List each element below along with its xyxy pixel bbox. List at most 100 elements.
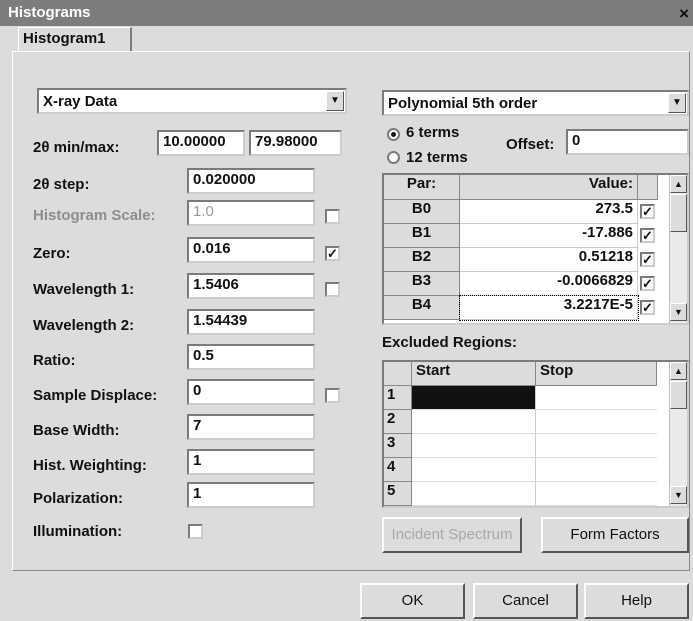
data-type-select[interactable]: X-ray Data ▼ (37, 88, 347, 114)
start-cell[interactable] (412, 434, 536, 458)
window-title: Histograms (8, 4, 91, 21)
row-number: 4 (384, 458, 412, 482)
par-cell: B1 (384, 224, 460, 248)
hist-weighting-label: Hist. Weighting: (33, 457, 147, 474)
tab-label: Histogram1 (23, 30, 106, 47)
wavelength2-label: Wavelength 2: (33, 317, 135, 334)
refine-checkbox[interactable]: ✓ (640, 300, 655, 315)
check-icon: ✓ (327, 246, 338, 261)
scroll-down-icon[interactable]: ▼ (670, 486, 687, 504)
hist-weighting-input[interactable]: 1 (187, 449, 315, 475)
stop-cell[interactable] (536, 482, 657, 506)
par-header-label: Par: (406, 175, 437, 192)
value-cell[interactable]: 273.5 (460, 200, 638, 224)
start-header-label: Start (416, 362, 451, 379)
value-cell[interactable]: -17.886 (460, 224, 638, 248)
check-icon: ✓ (642, 204, 653, 219)
check-icon: ✓ (642, 276, 653, 291)
refine-checkbox[interactable]: ✓ (640, 228, 655, 243)
wavelength1-label: Wavelength 1: (33, 281, 135, 298)
theta-step-input[interactable]: 0.020000 (187, 168, 315, 194)
value-header: Value: (460, 175, 638, 200)
theta-max-input[interactable]: 79.98000 (249, 130, 342, 156)
par-cell: B4 (384, 296, 460, 320)
start-cell[interactable] (412, 386, 536, 410)
check-icon: ✓ (642, 228, 653, 243)
value-cell[interactable]: 0.51218 (460, 248, 638, 272)
stop-cell[interactable] (536, 458, 657, 482)
coef-scrollbar[interactable]: ▲ ▼ (669, 175, 687, 323)
start-cell[interactable] (412, 410, 536, 434)
sample-displace-label: Sample Displace: (33, 387, 158, 404)
stop-cell[interactable] (536, 434, 657, 458)
data-type-value: X-ray Data (43, 93, 118, 110)
zero-label: Zero: (33, 245, 71, 262)
ratio-input[interactable]: 0.5 (187, 344, 315, 370)
refine-checkbox[interactable]: ✓ (640, 252, 655, 267)
check-header (638, 175, 658, 200)
stop-cell[interactable] (536, 386, 657, 410)
value-cell[interactable]: -0.0066829 (460, 272, 638, 296)
close-icon[interactable]: × (679, 4, 689, 24)
value-cell[interactable]: 3.2217E-5 (459, 295, 639, 321)
stop-header: Stop (536, 362, 657, 386)
scroll-up-icon[interactable]: ▲ (670, 175, 687, 193)
excluded-regions-label: Excluded Regions: (382, 334, 518, 351)
theta-min-input[interactable]: 10.00000 (157, 130, 245, 156)
scroll-up-icon[interactable]: ▲ (670, 362, 687, 380)
theta-minmax-label: 2θ min/max: (33, 139, 120, 156)
wavelength1-checkbox[interactable] (325, 282, 340, 297)
scroll-thumb[interactable] (670, 381, 687, 409)
wavelength2-input[interactable]: 1.54439 (187, 309, 315, 335)
start-header: Start (412, 362, 536, 386)
row-number: 1 (384, 386, 412, 410)
zero-input[interactable]: 0.016 (187, 237, 315, 263)
zero-checkbox[interactable]: ✓ (325, 246, 340, 261)
row-number: 2 (384, 410, 412, 434)
title-bar: Histograms × (0, 0, 693, 26)
polarization-input[interactable]: 1 (187, 482, 315, 508)
par-cell: B3 (384, 272, 460, 296)
row-number: 5 (384, 482, 412, 506)
coefficient-table: Par: Value: ▲ ▼ B0 273.5 ✓ B1 -17.886 ✓ B2 0.51… (382, 173, 689, 325)
polarization-label: Polarization: (33, 490, 124, 507)
help-button[interactable]: Help (584, 583, 689, 619)
six-terms-label: 6 terms (406, 124, 460, 141)
row-header-corner (384, 362, 412, 386)
twelve-terms-radio[interactable] (387, 151, 400, 164)
background-type-value: Polynomial 5th order (388, 95, 538, 112)
cancel-button[interactable]: Cancel (473, 583, 578, 619)
theta-step-label: 2θ step: (33, 176, 90, 193)
scroll-down-icon[interactable]: ▼ (670, 303, 687, 321)
six-terms-radio[interactable] (387, 128, 400, 141)
background-type-select[interactable]: Polynomial 5th order ▼ (382, 90, 689, 116)
par-cell: B2 (384, 248, 460, 272)
excluded-regions-table: Start Stop ▲ ▼ 12345 (382, 360, 689, 508)
offset-input[interactable]: 0 (566, 129, 689, 155)
refine-checkbox[interactable]: ✓ (640, 204, 655, 219)
sample-displace-input[interactable]: 0 (187, 379, 315, 405)
stop-cell[interactable] (536, 410, 657, 434)
excluded-scrollbar[interactable]: ▲ ▼ (669, 362, 687, 506)
scroll-thumb[interactable] (670, 194, 687, 232)
start-cell[interactable] (412, 482, 536, 506)
wavelength1-input[interactable]: 1.5406 (187, 273, 315, 299)
base-width-input[interactable]: 7 (187, 414, 315, 440)
stop-header-label: Stop (540, 362, 574, 379)
check-icon: ✓ (642, 252, 653, 267)
ok-button[interactable]: OK (360, 583, 465, 619)
chevron-down-icon[interactable]: ▼ (668, 93, 686, 113)
radio-dot (391, 132, 396, 137)
tab-histogram1[interactable]: Histogram1 (18, 27, 132, 52)
chevron-down-icon[interactable]: ▼ (326, 91, 344, 111)
twelve-terms-label: 12 terms (406, 149, 468, 166)
row-number: 3 (384, 434, 412, 458)
sample-displace-checkbox[interactable] (325, 388, 340, 403)
form-factors-button[interactable]: Form Factors (541, 517, 689, 553)
illumination-checkbox[interactable] (188, 524, 203, 539)
start-cell[interactable] (412, 458, 536, 482)
histogram-scale-checkbox[interactable] (325, 209, 340, 224)
incident-spectrum-button[interactable]: Incident Spectrum (382, 517, 522, 553)
refine-checkbox[interactable]: ✓ (640, 276, 655, 291)
histogram-scale-label: Histogram Scale: (33, 207, 156, 224)
